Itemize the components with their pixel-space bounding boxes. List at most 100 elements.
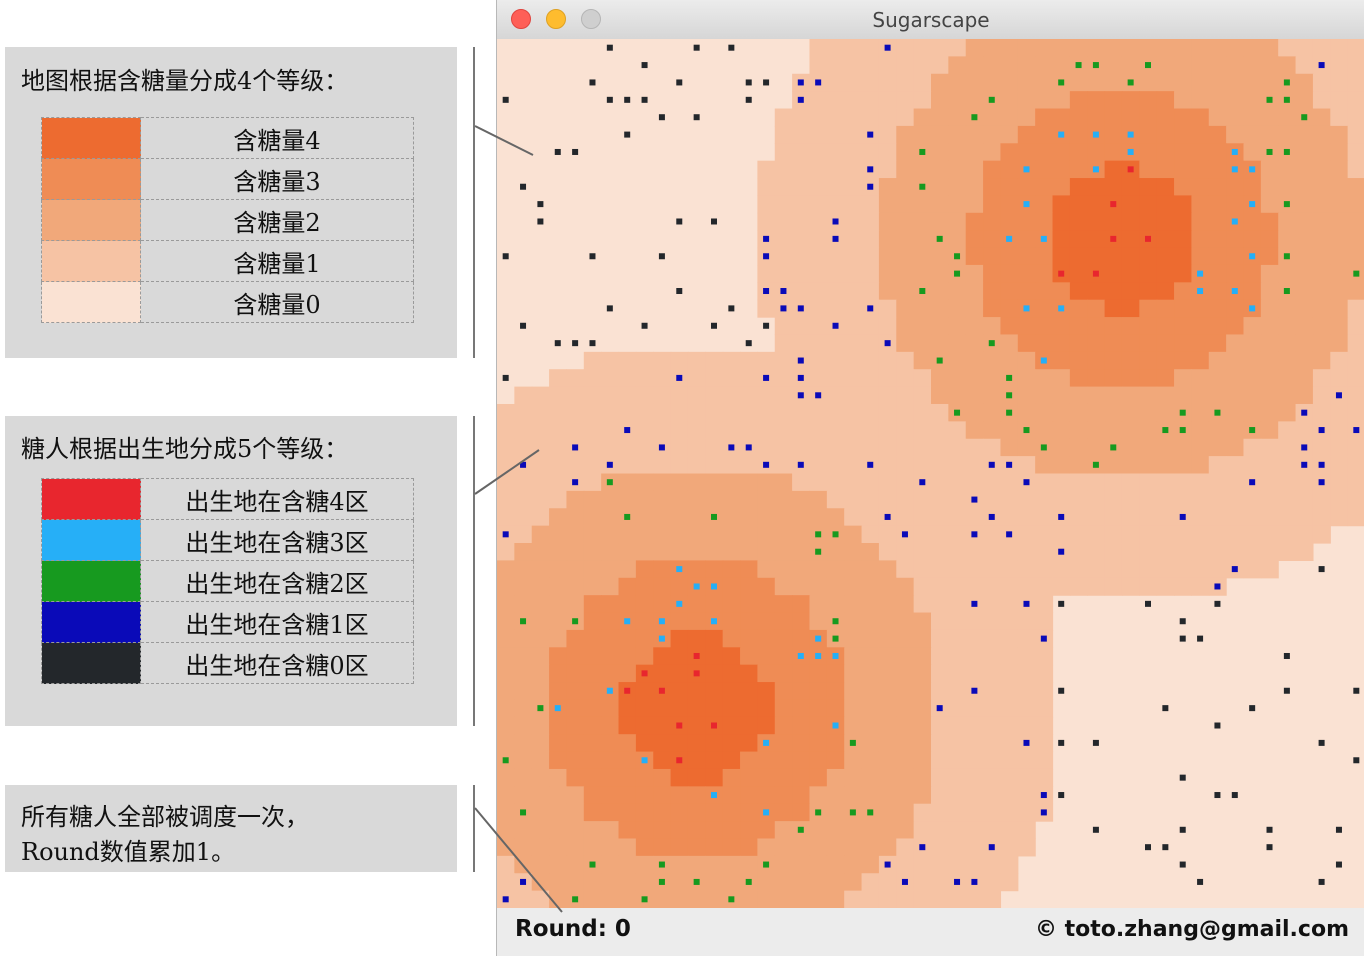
- sugar-cell: [878, 821, 897, 840]
- sugar-cell: [983, 699, 1002, 718]
- sugar-cell: [878, 699, 897, 718]
- sugar-cell: [1191, 195, 1210, 214]
- sugar-cell: [896, 56, 915, 75]
- sugar-cell: [948, 334, 967, 353]
- sugar-cell: [1208, 39, 1227, 57]
- sugar-cell: [1017, 490, 1036, 509]
- sugar-cell: [809, 403, 828, 422]
- sugar-cell: [1156, 230, 1175, 249]
- sugar-cell: [965, 334, 984, 353]
- sugar-cell: [983, 421, 1002, 440]
- sugar-cell: [1330, 160, 1349, 179]
- sugar-cell: [740, 647, 758, 666]
- sugar-cell: [1035, 577, 1054, 596]
- sugar-cell: [670, 456, 689, 475]
- agent2-swatch: [41, 560, 141, 602]
- sugar-cell: [1017, 73, 1036, 92]
- sugar-cell: [1017, 716, 1036, 735]
- sugar-cell: [583, 838, 602, 857]
- sugar-agent: [658, 114, 665, 121]
- sugar-cell: [861, 39, 880, 57]
- sugar-cell: [1156, 143, 1175, 162]
- sugar-cell: [740, 699, 758, 718]
- sugar-cell: [1347, 178, 1364, 197]
- sugar-cell: [740, 508, 758, 527]
- sugar-cell: [1260, 473, 1279, 492]
- sugar-agent: [1058, 739, 1065, 746]
- sugar-cell: [1087, 143, 1106, 162]
- sugar-agent: [572, 479, 579, 486]
- sugar-cell: [1330, 178, 1349, 197]
- sugar-cell: [1121, 543, 1140, 561]
- sugar-cell: [549, 786, 568, 805]
- sugar-cell: [878, 351, 897, 370]
- sugar-cell: [1330, 421, 1349, 440]
- sugar-cell: [861, 421, 880, 440]
- sugar-agent: [589, 340, 596, 347]
- sugar-cell: [601, 734, 620, 753]
- sugar-cell: [1156, 473, 1175, 492]
- sugar-cell: [653, 508, 672, 527]
- sugar-cell: [983, 734, 1002, 753]
- sugar-cell: [878, 160, 897, 179]
- sugar-cell: [1226, 195, 1245, 214]
- sugar-cell: [774, 577, 793, 596]
- sugar-cell: [861, 403, 880, 422]
- sugar-cell: [549, 456, 568, 475]
- sugar-cell: [931, 612, 949, 631]
- sugar-cell: [531, 873, 550, 892]
- sugar-cell: [1052, 317, 1071, 336]
- sugar-cell: [809, 125, 828, 144]
- sugar-cell: [1208, 264, 1227, 283]
- sugar-cell: [774, 160, 793, 179]
- sugar-cell: [670, 473, 689, 492]
- sugar0-label: 含糖量0: [140, 281, 414, 323]
- sugar-cell: [792, 543, 811, 561]
- sugar-cell: [1278, 299, 1297, 318]
- sugar-cell: [1208, 473, 1227, 492]
- sugar-cell: [774, 317, 793, 336]
- sugar-cell: [809, 664, 828, 683]
- sugar-agent: [589, 861, 596, 868]
- sugar-agent: [1353, 270, 1360, 277]
- sugar-cell: [635, 873, 654, 892]
- sugarscape-grid[interactable]: [497, 39, 1364, 908]
- sugar-cell: [913, 699, 932, 718]
- sugar-cell: [635, 473, 654, 492]
- sugar-cell: [1087, 386, 1106, 405]
- sugar-cell: [1087, 212, 1106, 231]
- sugar-cell: [844, 838, 863, 857]
- sugar-cell: [1052, 334, 1071, 353]
- sugar-cell: [913, 334, 932, 353]
- sugar-agent: [624, 513, 631, 520]
- sugar-cell: [1121, 39, 1140, 57]
- sugar-cell: [844, 786, 863, 805]
- sugar-agent: [554, 148, 561, 155]
- sugar-cell: [913, 195, 932, 214]
- sugar-cell: [792, 438, 811, 457]
- sugar-cell: [1208, 178, 1227, 197]
- sugar-agent: [1179, 618, 1186, 625]
- title-bar[interactable]: Sugarscape: [497, 0, 1364, 40]
- sugar-cell: [566, 699, 585, 718]
- sugar-cell: [913, 160, 932, 179]
- sugar-cell: [722, 473, 741, 492]
- sugar-cell: [531, 543, 550, 561]
- sugar-cell: [1017, 768, 1036, 787]
- sugar-cell: [931, 108, 949, 127]
- sugar-cell: [635, 768, 654, 787]
- sugar-cell: [1139, 247, 1158, 266]
- sugar-cell: [601, 821, 620, 840]
- sugar-agent: [1092, 166, 1099, 173]
- sugar-cell: [757, 195, 776, 214]
- sugar-cell: [635, 490, 654, 509]
- sugar-cell: [1278, 525, 1297, 544]
- sugar-cell: [965, 230, 984, 249]
- sugar-cell: [1295, 178, 1314, 197]
- sugar-cell: [774, 351, 793, 370]
- sugar-cell: [913, 230, 932, 249]
- sugar-agent: [884, 861, 891, 868]
- sugar-cell: [1017, 821, 1036, 840]
- sugar-cell: [635, 803, 654, 822]
- sugar-cell: [948, 768, 967, 787]
